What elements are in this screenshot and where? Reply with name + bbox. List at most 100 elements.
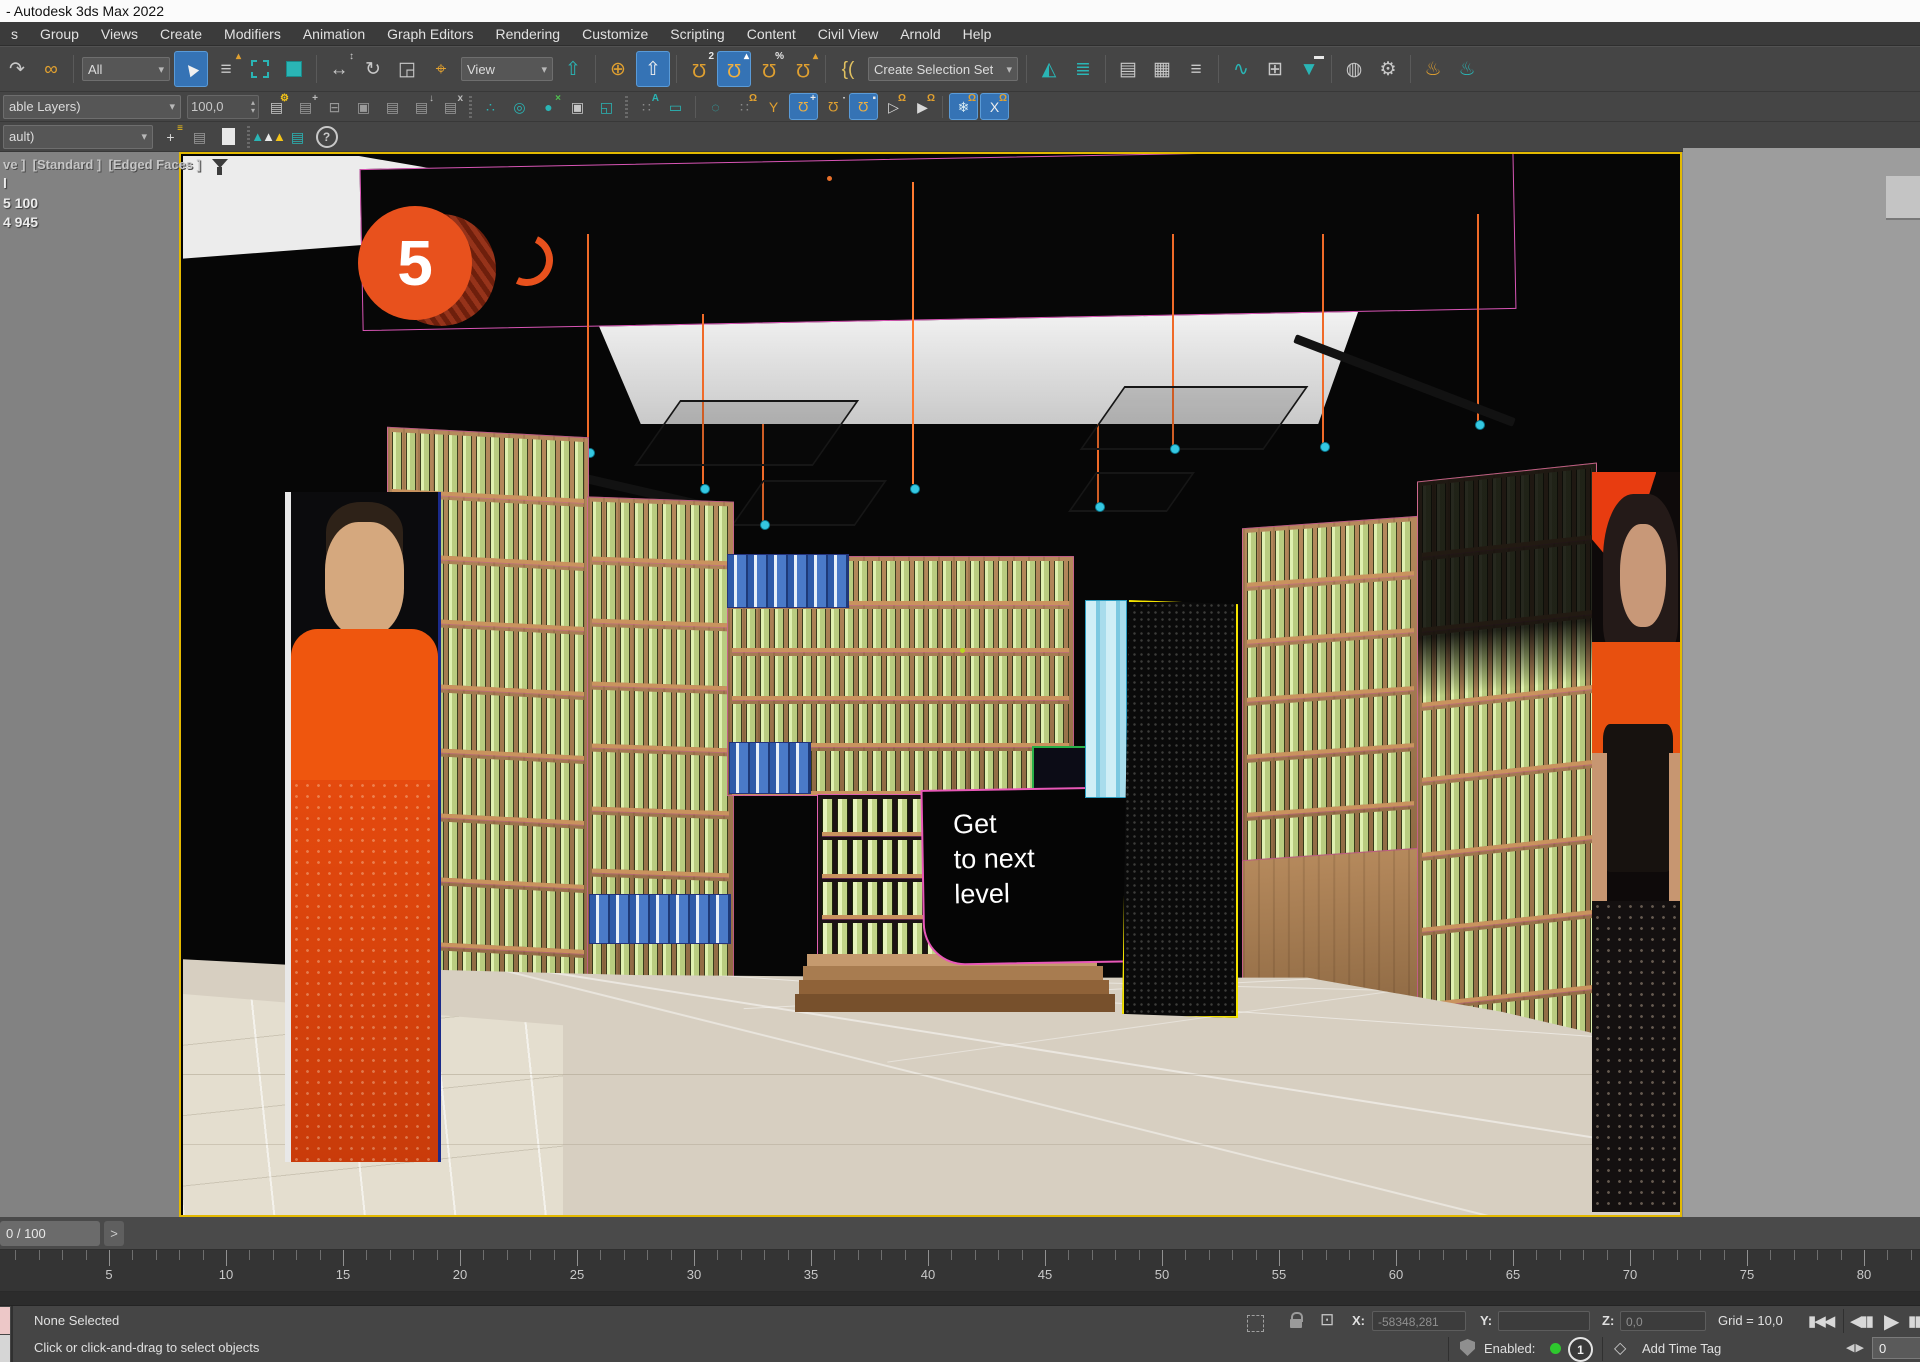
menu-item-s[interactable]: s bbox=[0, 22, 29, 46]
sphere-link-button[interactable]: ●× bbox=[535, 94, 562, 119]
render-setup-button[interactable]: ⚙ bbox=[1372, 52, 1404, 86]
y-coordinate-field[interactable] bbox=[1498, 1311, 1590, 1331]
snap-normal-button[interactable]: ▷Ω bbox=[880, 94, 907, 119]
merge-layer-button[interactable]: ▤↓ bbox=[408, 94, 435, 119]
go-to-start-button[interactable]: ▮◀◀ bbox=[1808, 1312, 1833, 1330]
layer-list-button[interactable]: ▤ bbox=[379, 94, 406, 119]
layer-explorer-toggle[interactable]: ▦ bbox=[1146, 52, 1178, 86]
expand-layer-button[interactable]: ▤x bbox=[437, 94, 464, 119]
use-pivot-center-button[interactable]: ⇧ bbox=[557, 52, 589, 86]
menu-item-customize[interactable]: Customize bbox=[571, 22, 659, 46]
light-frame[interactable] bbox=[731, 480, 887, 526]
spinner-arrows-icon[interactable]: ▴▾ bbox=[251, 99, 255, 113]
display-pillar[interactable] bbox=[1122, 600, 1238, 1018]
current-frame-field[interactable]: 0 bbox=[1872, 1337, 1920, 1359]
delete-layer-button[interactable]: ⊟ bbox=[321, 94, 348, 119]
absolute-mode-icon[interactable]: ⊡ bbox=[1320, 1310, 1334, 1330]
grid-letter-button[interactable]: ∷A bbox=[633, 94, 660, 119]
notes-button[interactable]: ▤ bbox=[284, 124, 311, 149]
blue-crates-center[interactable] bbox=[729, 742, 811, 794]
window-crossing-button[interactable] bbox=[278, 52, 310, 86]
brand-logo[interactable]: 5 bbox=[358, 206, 472, 320]
snap-pivot-button[interactable]: Ω+ bbox=[789, 93, 818, 120]
shelf-unit-right-b[interactable] bbox=[1417, 463, 1597, 1084]
dashed-circle-button[interactable]: ◌ bbox=[702, 94, 729, 119]
transform-value-field[interactable]: 100,0▴▾ bbox=[187, 95, 259, 119]
select-and-move-button[interactable]: ↔↕ bbox=[323, 52, 355, 86]
x-coordinate-field[interactable]: -58348,281 bbox=[1372, 1311, 1466, 1331]
populate-trees-button[interactable]: ▲▲▲ bbox=[255, 124, 282, 149]
cyan-panels[interactable] bbox=[1085, 600, 1127, 798]
perspective-viewport[interactable]: 5 bbox=[179, 152, 1682, 1217]
ref-coord-dropdown[interactable]: View▾ bbox=[461, 57, 553, 81]
spinner-snap-button[interactable]: Ω▴ bbox=[787, 52, 819, 86]
link-icon[interactable]: ∞ bbox=[35, 52, 67, 86]
z-coordinate-field[interactable]: 0,0 bbox=[1620, 1311, 1706, 1331]
viewport-display-label[interactable]: [Edged Faces ] bbox=[109, 157, 201, 172]
align-button[interactable]: ≣ bbox=[1067, 52, 1099, 86]
layer-list-dropdown[interactable]: able Layers)▾ bbox=[3, 95, 181, 119]
snap-xview-button[interactable]: XΩ bbox=[980, 93, 1009, 120]
snap-face-button[interactable]: ▶Ω bbox=[909, 94, 936, 119]
poster-man[interactable] bbox=[285, 492, 441, 1162]
ribbon-toggle[interactable]: ≡ bbox=[1180, 52, 1212, 86]
key-filter-badge[interactable]: 1 bbox=[1568, 1337, 1593, 1362]
white-box-button[interactable] bbox=[215, 124, 242, 149]
play-button[interactable]: ▶ bbox=[1884, 1309, 1897, 1334]
side-viewport[interactable] bbox=[1683, 148, 1920, 1217]
measure-button[interactable]: ▭ bbox=[662, 94, 689, 119]
select-by-name-button[interactable]: ≡▴ bbox=[210, 52, 242, 86]
paint-connect-button[interactable]: ▣ bbox=[564, 94, 591, 119]
create-layer-button[interactable]: ▤⚙ bbox=[263, 94, 290, 119]
add-favorites-button[interactable]: +≡ bbox=[157, 124, 184, 149]
blue-boxes-top[interactable] bbox=[727, 554, 849, 608]
align-dots-button[interactable]: ∴ bbox=[477, 94, 504, 119]
menu-item-group[interactable]: Group bbox=[29, 22, 90, 46]
mini-listener-white[interactable] bbox=[0, 1335, 10, 1362]
select-object-button[interactable]: ▲ bbox=[174, 51, 208, 87]
poster-woman[interactable] bbox=[1592, 472, 1682, 1212]
mini-listener-pink[interactable] bbox=[0, 1307, 10, 1334]
snap-midpoint-button[interactable]: Ω▪ bbox=[849, 93, 878, 120]
add-time-tag-button[interactable]: Add Time Tag bbox=[1642, 1341, 1721, 1356]
previous-frame-button[interactable]: ◀▮▮ bbox=[1850, 1312, 1872, 1330]
help-button[interactable]: ? bbox=[313, 124, 340, 149]
select-and-scale-button[interactable]: ◲ bbox=[391, 52, 423, 86]
named-selection-sets-dropdown[interactable]: Create Selection Set▾ bbox=[868, 57, 1018, 81]
menu-item-create[interactable]: Create bbox=[149, 22, 213, 46]
track-bar[interactable]: 5101520253035404550556065707580 bbox=[0, 1250, 1920, 1292]
menu-item-scripting[interactable]: Scripting bbox=[659, 22, 735, 46]
menu-item-help[interactable]: Help bbox=[952, 22, 1003, 46]
selection-filter-dropdown[interactable]: All▾ bbox=[82, 57, 170, 81]
snaps-toggle-button[interactable]: Ω▴ bbox=[717, 51, 751, 87]
menu-item-content[interactable]: Content bbox=[736, 22, 807, 46]
shelf-unit-right-a[interactable] bbox=[1242, 516, 1419, 875]
snap-freeze-button[interactable]: ❄Ω bbox=[949, 93, 978, 120]
viewport-shading-label[interactable]: [Standard ] bbox=[33, 157, 102, 172]
render-production-button[interactable]: ♨ bbox=[1417, 52, 1449, 86]
blue-crates-left[interactable] bbox=[589, 894, 731, 944]
menu-item-views[interactable]: Views bbox=[90, 22, 149, 46]
snaps-toggle-2d-button[interactable]: Ω2 bbox=[683, 52, 715, 86]
selection-region-lock-icon[interactable] bbox=[1247, 1315, 1264, 1332]
time-slider-handle[interactable]: 0 / 100 bbox=[0, 1221, 100, 1246]
light-frame[interactable] bbox=[1068, 472, 1195, 512]
wishbone-snap-button[interactable]: Y bbox=[760, 94, 787, 119]
menu-item-animation[interactable]: Animation bbox=[292, 22, 376, 46]
scale-squares-button[interactable]: ◱ bbox=[593, 94, 620, 119]
lock-icon[interactable] bbox=[1288, 1312, 1304, 1330]
menu-item-rendering[interactable]: Rendering bbox=[484, 22, 571, 46]
redo-icon[interactable]: ↷ bbox=[1, 52, 33, 86]
viewport-label[interactable]: ve ] [Standard ] [Edged Faces ] bbox=[3, 157, 201, 172]
copy-layer-button[interactable]: ▣ bbox=[350, 94, 377, 119]
grid-snap-button[interactable]: ∷Ω bbox=[731, 94, 758, 119]
menu-item-arnold[interactable]: Arnold bbox=[889, 22, 951, 46]
scene-explorer-toggle[interactable]: ▤ bbox=[1112, 52, 1144, 86]
center-target-button[interactable]: ◎ bbox=[506, 94, 533, 119]
kiosk-counter[interactable]: Get to next level bbox=[920, 786, 1145, 966]
shield-icon[interactable] bbox=[1460, 1339, 1475, 1356]
snap-endpoint-button[interactable]: Ω· bbox=[820, 94, 847, 119]
add-to-layer-button[interactable]: ▤+ bbox=[292, 94, 319, 119]
select-and-place-button[interactable]: ⌖ bbox=[425, 52, 457, 86]
layer-stack-button[interactable]: ▤ bbox=[186, 124, 213, 149]
